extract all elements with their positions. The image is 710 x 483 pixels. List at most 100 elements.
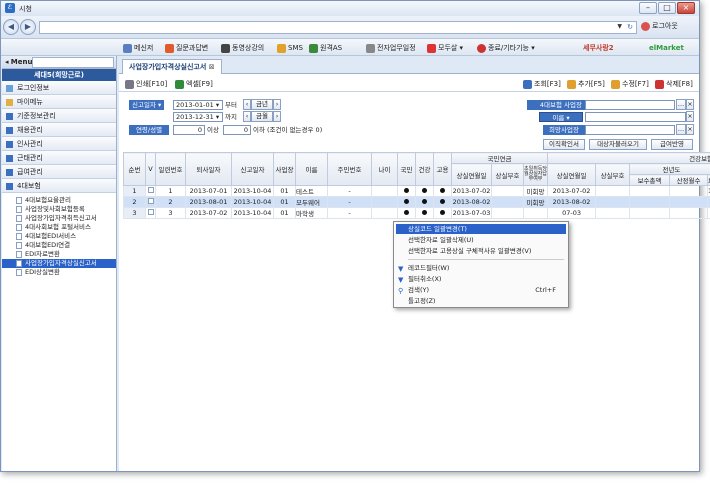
sidebar-item-site[interactable]: 사업장및사회보험등록 (2, 205, 116, 214)
menu-item-record-filter[interactable]: ▼ 레코드필터(W) (396, 263, 566, 273)
this-month-button[interactable]: 금월 (251, 111, 273, 122)
excel-button[interactable]: 엑셀[F9] (175, 79, 213, 89)
row-checkbox[interactable] (145, 196, 156, 208)
prev-year-button[interactable]: ‹ (243, 99, 251, 110)
sms-button[interactable]: SMS (277, 42, 303, 54)
apply-payroll-button[interactable]: 급여반영 (651, 139, 693, 150)
sidebar-item-edi-convert[interactable]: EDI자료변환 (2, 250, 116, 259)
prev-month-button[interactable]: ‹ (243, 111, 251, 122)
insurance-site-input[interactable] (585, 100, 675, 110)
table-row[interactable]: 3 3 2013-07-02 2013-10-04 01 마학생 -2013-07-03 07… (123, 207, 710, 219)
site-clear-button[interactable]: × (686, 99, 694, 110)
brand-link-1[interactable]: 세무사랑2 (583, 42, 614, 54)
sidebar-group-hr[interactable]: 인사관리 (2, 137, 116, 151)
sidebar-item-portal[interactable]: 4대사회보험 포털서비스 (2, 223, 116, 232)
age-from-input[interactable]: 0 (173, 125, 205, 135)
col-report-date[interactable]: 신고일자 (231, 152, 274, 186)
sidebar-item-acquire[interactable]: 사업장가입자격취득신고서 (2, 214, 116, 223)
sidebar-group-basic[interactable]: 기준정보관리 (2, 109, 116, 123)
col-pension[interactable]: 국민 (397, 152, 416, 186)
sidebar-item-edi-service[interactable]: 4대보험EDI서비스 (2, 232, 116, 241)
row-checkbox[interactable] (145, 185, 156, 197)
schedule-button[interactable]: 전자업무일정 (366, 42, 416, 54)
hope-site-input[interactable] (585, 125, 675, 135)
fetch-targets-button[interactable]: 대상자불러오기 (589, 139, 647, 150)
separation-cert-button[interactable]: 이직확인서 (543, 139, 585, 150)
mall-button[interactable]: 모두살 ▾ (427, 42, 463, 54)
tab-close-icon[interactable]: ⊠ (209, 63, 215, 71)
col-total-pay[interactable]: 보수총액 (629, 174, 671, 186)
hope-clear-button[interactable]: × (686, 124, 694, 135)
sidebar-item-edi-link[interactable]: 4대보험EDI연결 (2, 241, 116, 250)
row-number[interactable]: 3 (123, 207, 146, 219)
maximize-button[interactable]: □ (658, 2, 676, 14)
row-number[interactable]: 2 (123, 196, 146, 208)
menu-item-filter-cancel[interactable]: ▼ 필터취소(X) (396, 274, 566, 284)
forward-button[interactable]: ▶ (20, 19, 36, 35)
period-type-select[interactable]: 신고일자 ▾ (129, 100, 165, 110)
col-name[interactable]: 이름 (295, 152, 328, 186)
sidebar-group-login[interactable]: 로그인정보 (2, 81, 116, 95)
url-input[interactable]: ▼ ↻ (39, 21, 637, 34)
col-employ[interactable]: 고용 (433, 152, 452, 186)
edit-button[interactable]: 수정[F7] (611, 79, 649, 89)
col-rrn[interactable]: 주민번호 (327, 152, 372, 186)
row-number[interactable]: 1 (123, 185, 146, 197)
table-row[interactable]: 1 1 2013-07-01 2013-10-04 01 테스트 -2013-07-02 미회… (123, 185, 710, 197)
minimize-button[interactable]: – (639, 2, 657, 14)
col-serial[interactable]: 일련번호 (155, 152, 186, 186)
col-no[interactable]: 순번 (123, 152, 146, 186)
qna-button[interactable]: 질문과답변 (165, 42, 208, 54)
close-button[interactable]: × (677, 2, 695, 14)
table-row[interactable]: 2 2 2013-08-01 2013-10-04 01 모두웨어 -2013-08-02 미… (123, 196, 710, 208)
name-input[interactable] (585, 112, 686, 122)
age-to-input[interactable]: 0 (223, 125, 251, 135)
col-h-loss-code[interactable]: 상실부호 (595, 163, 631, 186)
remote-as-button[interactable]: 원격AS (309, 42, 342, 54)
menu-item-bulk-delete[interactable]: 선택한자료 일괄삭제(U) (396, 235, 566, 245)
site-lookup-button[interactable]: … (676, 99, 686, 110)
hope-lookup-button[interactable]: … (676, 124, 686, 135)
add-button[interactable]: 추가[F5] (567, 79, 605, 89)
col-age[interactable]: 나이 (371, 152, 398, 186)
next-month-button[interactable]: › (273, 111, 281, 122)
tab-loss-report[interactable]: 사업장가입자격상실신고서 ⊠ (122, 59, 222, 74)
next-year-button[interactable]: › (273, 99, 281, 110)
date-to-input[interactable]: 2013-12-31 ▾ (173, 112, 223, 122)
col-p-loss-code[interactable]: 상실부호 (491, 163, 524, 186)
sidebar-group-insurance[interactable]: 4대보험 (2, 179, 116, 193)
video-lecture-button[interactable]: 동영상강의 (221, 42, 264, 54)
menu-item-change-reason[interactable]: 선택한자료 고용상실 구체적사유 일괄변경(V) (396, 246, 566, 256)
back-button[interactable]: ◀ (3, 19, 19, 35)
col-months[interactable]: 산정월수 (669, 174, 709, 186)
exit-menu-button[interactable]: 종료/기타기능 ▾ (477, 42, 535, 54)
sidebar-item-loss-report[interactable]: 사업장가입자격상실신고서 (2, 259, 116, 268)
col-site[interactable]: 사업장 (273, 152, 296, 186)
brand-link-2[interactable]: elMarket (649, 42, 684, 54)
sidebar-item-rate[interactable]: 4대보험요율관리 (2, 196, 116, 205)
menu-item-search[interactable]: ⚲ 검색(Y) Ctrl+F (396, 285, 566, 295)
delete-button[interactable]: 삭제[F8] (655, 79, 693, 89)
name-clear-button[interactable]: × (686, 111, 694, 122)
col-check[interactable]: V (145, 152, 156, 186)
date-from-input[interactable]: 2013-01-01 ▾ (173, 100, 223, 110)
menu-item-change-loss-code[interactable]: 상실코드 일괄변경(T) (396, 224, 566, 234)
sidebar-group-mymenu[interactable]: 마이메뉴 (2, 95, 116, 109)
messenger-button[interactable]: 메신저 (123, 42, 153, 54)
col-p-first-day[interactable]: 초일취득당월상실자납부여부 (522, 163, 549, 186)
menu-search-input[interactable] (32, 57, 114, 68)
search-button[interactable]: 조회[F3] (523, 79, 561, 89)
menu-item-freeze[interactable]: 틀고정(Z) (396, 296, 566, 306)
logout-button[interactable]: 로그아웃 (641, 21, 678, 31)
col-retire-date[interactable]: 퇴사일자 (185, 152, 232, 186)
row-checkbox[interactable] (145, 207, 156, 219)
col-health[interactable]: 건강 (415, 152, 434, 186)
sidebar-group-hiring[interactable]: 채용관리 (2, 123, 116, 137)
col-p-loss-date[interactable]: 상실연월일 (451, 163, 492, 186)
refresh-icon[interactable]: ↻ (627, 23, 633, 31)
sidebar-group-payroll[interactable]: 급여관리 (2, 165, 116, 179)
col-h-loss-date[interactable]: 상실연월일 (547, 163, 597, 186)
this-year-button[interactable]: 금년 (251, 99, 273, 110)
sidebar-item-edi-loss[interactable]: EDI상실변환 (2, 268, 116, 277)
print-button[interactable]: 인쇄[F10] (125, 79, 167, 89)
